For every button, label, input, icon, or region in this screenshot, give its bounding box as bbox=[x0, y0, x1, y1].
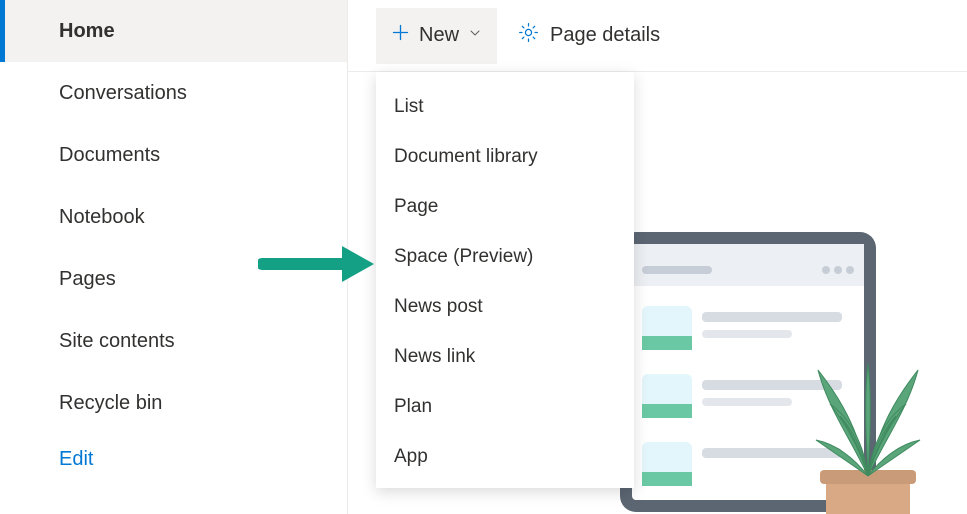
sidebar-edit-link[interactable]: Edit bbox=[0, 434, 347, 484]
dropdown-label: News link bbox=[394, 346, 475, 367]
dropdown-label: List bbox=[394, 96, 424, 117]
sidebar-item-pages[interactable]: Pages bbox=[0, 248, 347, 310]
sidebar-item-label: Recycle bin bbox=[59, 392, 162, 415]
page-details-label: Page details bbox=[550, 24, 660, 47]
sidebar-item-conversations[interactable]: Conversations bbox=[0, 62, 347, 124]
gear-icon bbox=[517, 21, 540, 50]
dropdown-item-list[interactable]: List bbox=[376, 82, 634, 132]
dropdown-label: Document library bbox=[394, 146, 538, 167]
dropdown-item-space-preview[interactable]: Space (Preview) bbox=[376, 232, 634, 282]
plus-icon bbox=[390, 22, 411, 49]
dropdown-label: News post bbox=[394, 296, 483, 317]
sidebar-item-documents[interactable]: Documents bbox=[0, 124, 347, 186]
dropdown-item-news-post[interactable]: News post bbox=[376, 282, 634, 332]
dropdown-item-app[interactable]: App bbox=[376, 432, 634, 482]
sidebar-item-label: Site contents bbox=[59, 330, 175, 353]
new-button-label: New bbox=[419, 24, 459, 47]
sidebar-item-label: Pages bbox=[59, 268, 116, 291]
dropdown-item-page[interactable]: Page bbox=[376, 182, 634, 232]
sidebar-item-label: Edit bbox=[59, 448, 93, 471]
toolbar: New Page details bbox=[348, 0, 967, 72]
new-dropdown-menu: List Document library Page Space (Previe… bbox=[376, 72, 634, 488]
chevron-down-icon bbox=[467, 24, 483, 47]
dropdown-label: Plan bbox=[394, 396, 432, 417]
sidebar-item-site-contents[interactable]: Site contents bbox=[0, 310, 347, 372]
dropdown-item-news-link[interactable]: News link bbox=[376, 332, 634, 382]
new-button[interactable]: New bbox=[376, 8, 497, 64]
sidebar-item-label: Conversations bbox=[59, 82, 187, 105]
illustration-plant bbox=[780, 358, 950, 514]
sidebar-item-label: Documents bbox=[59, 144, 160, 167]
sidebar-item-label: Notebook bbox=[59, 206, 145, 229]
sidebar-item-home[interactable]: Home bbox=[0, 0, 347, 62]
dropdown-item-plan[interactable]: Plan bbox=[376, 382, 634, 432]
sidebar-item-label: Home bbox=[59, 20, 115, 43]
sidebar-item-recycle-bin[interactable]: Recycle bin bbox=[0, 372, 347, 434]
page-details-button[interactable]: Page details bbox=[517, 21, 660, 50]
sidebar-item-notebook[interactable]: Notebook bbox=[0, 186, 347, 248]
dropdown-label: Space (Preview) bbox=[394, 246, 533, 267]
sidebar: Home Conversations Documents Notebook Pa… bbox=[0, 0, 348, 514]
dropdown-item-document-library[interactable]: Document library bbox=[376, 132, 634, 182]
dropdown-label: App bbox=[394, 446, 428, 467]
dropdown-label: Page bbox=[394, 196, 438, 217]
